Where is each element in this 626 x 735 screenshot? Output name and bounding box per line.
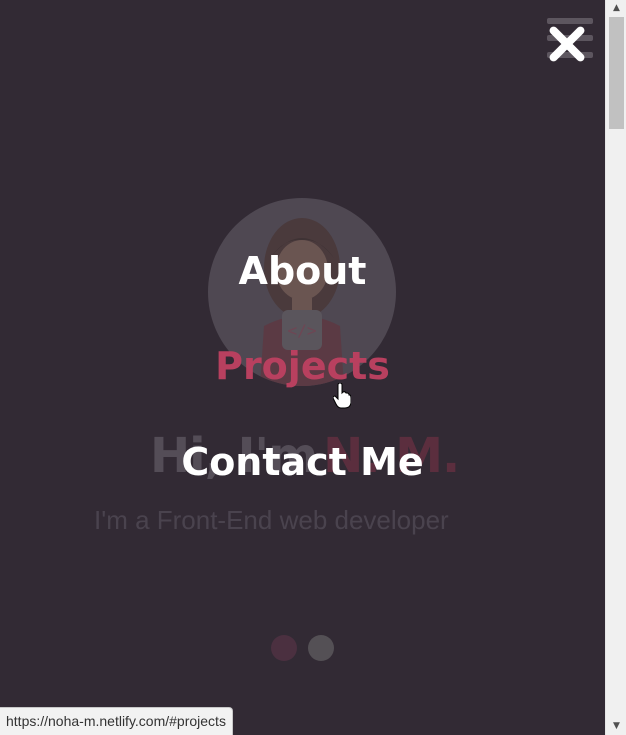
portfolio-page: </> Hi, I'm N. M. I'm a Front-End web dev…	[0, 0, 605, 735]
menu-item-projects[interactable]: Projects	[150, 344, 455, 404]
status-bar-url: https://noha-m.netlify.com/#projects	[0, 707, 233, 735]
carousel-dot-1[interactable]	[271, 635, 297, 661]
hero-subtitle: I'm a Front-End web developer	[94, 505, 449, 535]
carousel-dot-2[interactable]	[308, 635, 334, 661]
close-menu-button[interactable]	[546, 24, 588, 64]
menu-item-contact[interactable]: Contact Me	[150, 440, 455, 500]
scrollbar-thumb[interactable]	[609, 17, 624, 129]
vertical-scrollbar[interactable]: ▲ ▼	[605, 0, 626, 735]
hand-cursor-icon	[333, 383, 351, 409]
avatar-code-text: </>	[288, 321, 317, 340]
menu-item-about[interactable]: About	[150, 249, 455, 309]
scroll-up-arrow-icon[interactable]: ▲	[606, 0, 626, 17]
scroll-down-arrow-icon[interactable]: ▼	[606, 718, 626, 735]
